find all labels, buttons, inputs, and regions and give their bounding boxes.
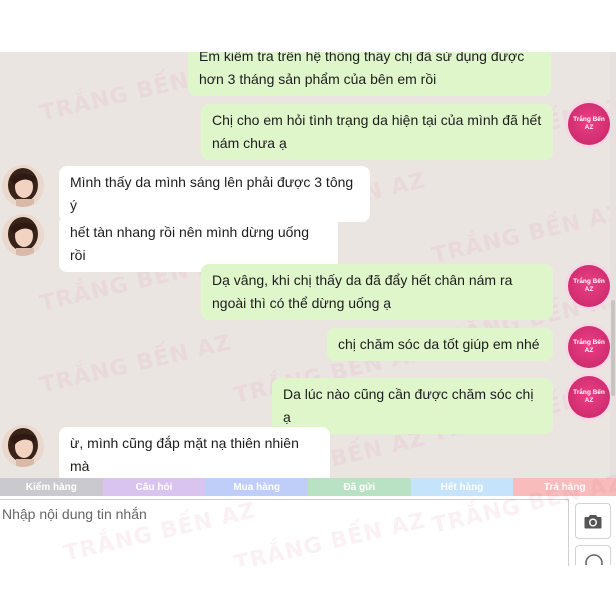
message-text: Chị cho em hỏi tình trạng da hiện tại củ…	[212, 112, 542, 128]
emoji-icon	[585, 554, 603, 565]
tab-het-hang[interactable]: Hết hàng	[410, 478, 514, 496]
message-text: chị chăm sóc da tốt giúp em nhé	[338, 336, 540, 352]
user-photo-icon	[2, 214, 44, 256]
message-bubble: chị chăm sóc da tốt giúp em nhé	[327, 328, 553, 361]
user-avatar[interactable]	[2, 165, 44, 207]
scrollbar-thumb[interactable]	[611, 300, 615, 396]
emoji-button[interactable]	[575, 545, 611, 565]
brand-avatar[interactable]: Trắng Bến AZ	[568, 103, 610, 145]
chat-scrollbar[interactable]	[610, 52, 616, 478]
brand-avatar[interactable]: Trắng Bến AZ	[568, 326, 610, 368]
brand-avatar[interactable]: Trắng Bến AZ	[568, 376, 610, 418]
tab-kiem-hang[interactable]: Kiểm hàng	[0, 478, 103, 496]
tab-cau-hoi[interactable]: Câu hỏi	[102, 478, 206, 496]
brand-avatar-text: Trắng Bến	[573, 278, 605, 285]
message-text: Em kiểm tra trên hệ thống thấy chị đã sử…	[199, 52, 525, 64]
message-bubble: Dạ vâng, khi chị thấy da đã đẩy hết chân…	[201, 264, 553, 320]
brand-avatar-text: AZ	[584, 347, 594, 354]
message-text: ngoài thì có thể dừng uống ạ	[212, 295, 392, 311]
camera-icon	[584, 514, 602, 528]
watermark: TRẮNG BẾN AZ	[37, 330, 235, 399]
watermark: TRẮNG BẾN AZ	[429, 200, 616, 269]
chat-history[interactable]: TRẮNG BẾN AZ TRẮNG BẾN AZ TRẮNG BẾN AZ T…	[0, 52, 616, 478]
message-bubble: Da lúc nào cũng cần được chăm sóc chị ạ	[272, 378, 553, 434]
brand-avatar-text: AZ	[584, 124, 594, 131]
message-text: Da lúc nào cũng cần được chăm sóc chị ạ	[283, 386, 534, 425]
user-avatar[interactable]	[2, 214, 44, 256]
brand-avatar-text: Trắng Bến	[573, 389, 605, 396]
brand-avatar-text: Trắng Bến	[573, 339, 605, 346]
camera-button[interactable]	[575, 503, 611, 539]
message-text: Dạ vâng, khi chị thấy da đã đẩy hết chân…	[212, 272, 513, 288]
message-text: hết tàn nhang rồi nên mình dừng uống rồi	[70, 224, 309, 263]
message-text: nám chưa ạ	[212, 135, 287, 151]
brand-avatar-text: Trắng Bến	[573, 116, 605, 123]
brand-avatar-text: AZ	[584, 286, 594, 293]
brand-avatar-text: AZ	[584, 397, 594, 404]
page-footer-space	[0, 566, 616, 616]
message-bubble: Mình thấy da mình sáng lên phải được 3 t…	[59, 166, 370, 222]
message-bubble: Chị cho em hỏi tình trạng da hiện tại củ…	[201, 104, 553, 160]
message-bubble: Em kiểm tra trên hệ thống thấy chị đã sử…	[188, 52, 551, 96]
message-text: ừ, mình cũng đắp mặt nạ thiên nhiên mà	[70, 435, 299, 474]
message-text: Mình thấy da mình sáng lên phải được 3 t…	[70, 174, 354, 213]
message-text: hơn 3 tháng sản phẩm của bên em rồi	[199, 71, 437, 87]
user-photo-icon	[2, 425, 44, 467]
tab-mua-hang[interactable]: Mua hàng	[205, 478, 309, 496]
tab-da-gui[interactable]: Đã gửi	[308, 478, 411, 496]
message-bubble: ừ, mình cũng đắp mặt nạ thiên nhiên mà	[59, 427, 330, 478]
user-photo-icon	[2, 165, 44, 207]
brand-avatar[interactable]: Trắng Bến AZ	[568, 265, 610, 307]
user-avatar[interactable]	[2, 425, 44, 467]
